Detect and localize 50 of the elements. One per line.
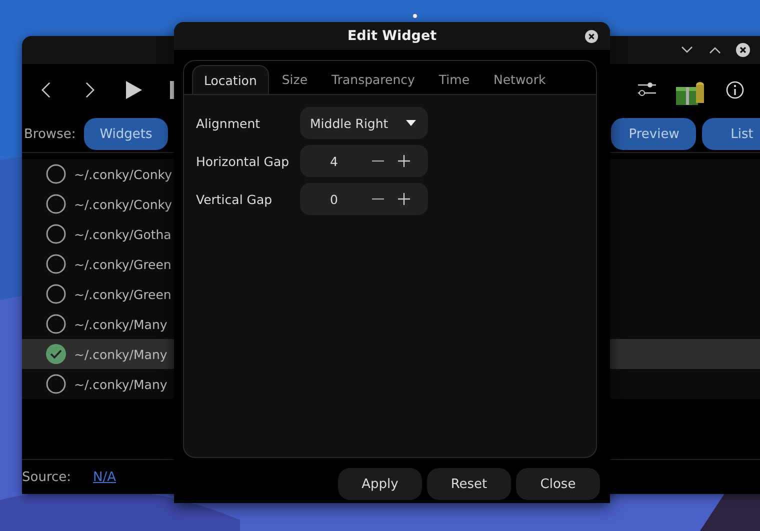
checkmark-icon[interactable] (46, 344, 66, 364)
source-link[interactable]: N/A (93, 470, 116, 484)
radio-circle-icon[interactable] (46, 374, 66, 394)
tab[interactable]: Location (192, 65, 269, 94)
widget-path: ~/.conky/Conky (74, 196, 172, 212)
forward-icon[interactable] (84, 81, 96, 99)
tab[interactable]: Size (270, 65, 319, 94)
dialog-button[interactable]: Apply (338, 468, 422, 500)
browse-label: Browse: (24, 126, 76, 142)
field-label: Alignment (196, 116, 262, 130)
chevron-up-icon[interactable] (709, 46, 721, 54)
field-label: Vertical Gap (196, 192, 274, 206)
close-icon[interactable] (736, 43, 750, 57)
view-button[interactable]: Preview (610, 118, 696, 150)
radio-circle-icon[interactable] (46, 284, 66, 304)
view-button[interactable]: List (702, 118, 760, 150)
spin-field[interactable]: 4 (300, 145, 428, 177)
widgets-button[interactable]: Widgets (84, 118, 168, 150)
money-icon[interactable] (676, 81, 706, 105)
plus-icon[interactable] (398, 193, 410, 205)
source-label: Source: (22, 470, 72, 484)
radio-circle-icon[interactable] (46, 164, 66, 184)
widget-path: ~/.conky/Conky (74, 166, 172, 182)
widget-path: ~/.conky/Many (74, 346, 168, 362)
widget-path: ~/.conky/Many (74, 376, 168, 392)
widget-path: ~/.conky/Green (74, 256, 172, 272)
close-icon[interactable] (585, 30, 598, 43)
dialog-button[interactable]: Reset (427, 468, 511, 500)
tab[interactable]: Network (482, 65, 557, 94)
widget-path: ~/.conky/Green (74, 286, 172, 302)
spin-field[interactable]: 0 (300, 183, 428, 215)
radio-circle-icon[interactable] (46, 224, 66, 244)
caret-icon (406, 120, 416, 126)
tab[interactable]: Time (428, 65, 481, 94)
radio-circle-icon[interactable] (46, 254, 66, 274)
chevron-down-icon[interactable] (681, 46, 693, 54)
window-title: Edit Widget (347, 28, 437, 44)
radio-circle-icon[interactable] (46, 194, 66, 214)
widget-path: ~/.conky/Many (74, 316, 168, 332)
widget-path: ~/.conky/Gotha (74, 226, 172, 242)
dialog-button[interactable]: Close (516, 468, 600, 500)
back-icon[interactable] (40, 81, 52, 99)
sliders-icon[interactable] (638, 81, 656, 97)
play-icon[interactable] (126, 81, 142, 99)
plus-icon[interactable] (398, 155, 410, 167)
tab[interactable]: Transparency (320, 65, 426, 94)
radio-circle-icon[interactable] (46, 314, 66, 334)
info-icon[interactable] (726, 81, 744, 99)
alignment-dropdown[interactable]: Middle Right (300, 107, 428, 139)
field-label: Horizontal Gap (196, 154, 290, 168)
